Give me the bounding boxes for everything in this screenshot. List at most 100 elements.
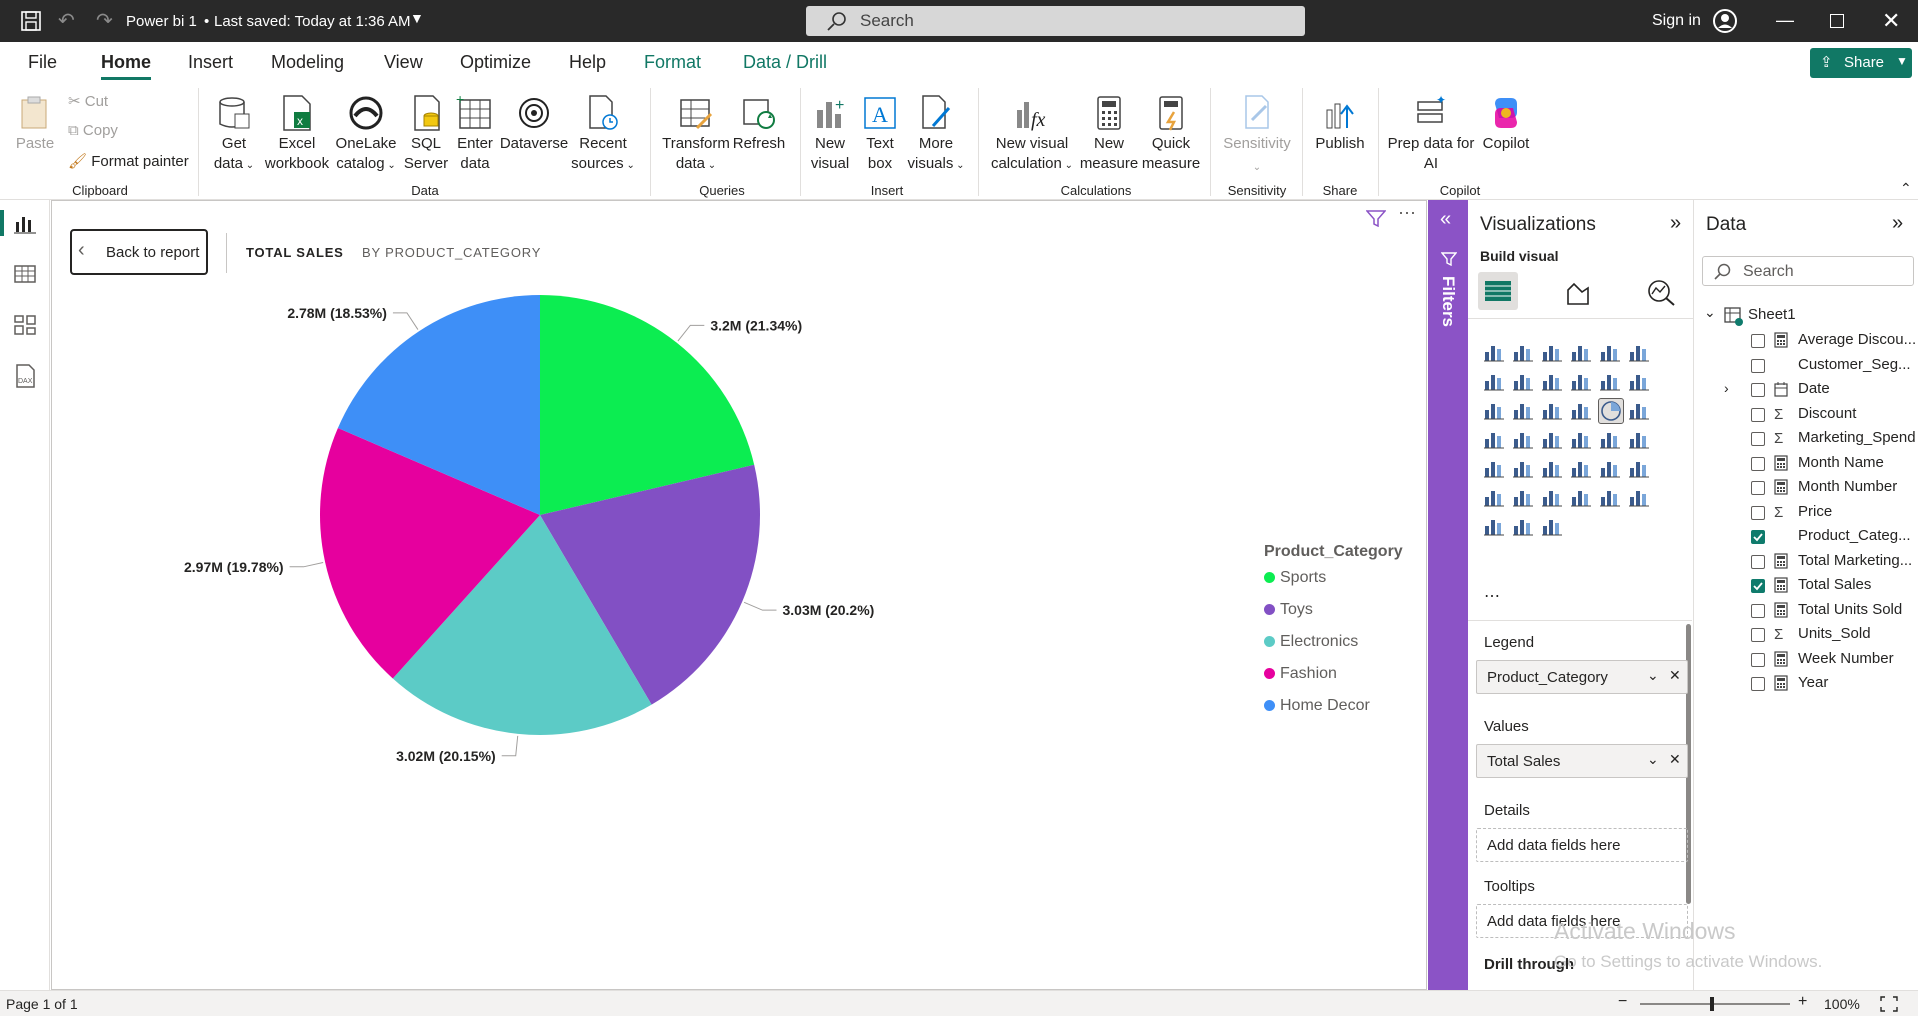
more-visuals-icon[interactable]: ⋯ bbox=[1484, 586, 1502, 606]
legend-item-sports[interactable]: Sports bbox=[1264, 569, 1326, 587]
clustered-bar-visual-icon[interactable] bbox=[1540, 340, 1566, 366]
save-icon[interactable] bbox=[20, 10, 42, 32]
excel-workbook-button[interactable]: x Excel workbook bbox=[262, 94, 332, 174]
legend-well[interactable]: Product_Category ⌄ ✕ bbox=[1476, 660, 1688, 694]
field-row[interactable]: Σ Price bbox=[1694, 502, 1918, 526]
zoom-in-icon[interactable]: + bbox=[1798, 993, 1807, 1011]
field-row[interactable]: Σ Marketing_Spend bbox=[1694, 428, 1918, 452]
power-apps-visual-icon[interactable] bbox=[1511, 514, 1537, 540]
chevron-down-icon[interactable]: ⌄ bbox=[1647, 667, 1659, 684]
sign-in-link[interactable]: Sign in bbox=[1652, 12, 1701, 30]
chevron-down-icon[interactable]: ⌄ bbox=[1647, 751, 1659, 768]
legend-item-fashion[interactable]: Fashion bbox=[1264, 665, 1337, 683]
filled-map-visual-icon[interactable] bbox=[1540, 427, 1566, 453]
scatter-visual-icon[interactable] bbox=[1569, 398, 1595, 424]
maximize-icon[interactable] bbox=[1830, 14, 1844, 28]
line-visual-icon[interactable] bbox=[1482, 369, 1508, 395]
publish-button[interactable]: Publish bbox=[1312, 94, 1368, 154]
chevron-right-icon[interactable]: › bbox=[1724, 380, 1729, 396]
get-data-button[interactable]: Get data ⌄ bbox=[206, 94, 262, 176]
decomposition-tree-visual-icon[interactable] bbox=[1540, 485, 1566, 511]
100-area-visual-icon[interactable] bbox=[1569, 369, 1595, 395]
tab-insert[interactable]: Insert bbox=[188, 52, 233, 73]
data-search-box[interactable]: Search bbox=[1702, 256, 1914, 286]
field-row[interactable]: Week Number bbox=[1694, 649, 1918, 673]
tab-modeling[interactable]: Modeling bbox=[271, 52, 344, 73]
clustered-column-visual-icon[interactable] bbox=[1569, 340, 1595, 366]
qa-visual-icon[interactable] bbox=[1569, 485, 1595, 511]
field-row[interactable]: Σ Units_Sold bbox=[1694, 624, 1918, 648]
field-row[interactable]: Product_Categ... bbox=[1694, 526, 1918, 550]
field-row[interactable]: Month Number bbox=[1694, 477, 1918, 501]
tab-optimize[interactable]: Optimize bbox=[460, 52, 531, 73]
refresh-button[interactable]: Refresh bbox=[732, 94, 786, 154]
field-checkbox[interactable] bbox=[1751, 530, 1765, 544]
100-bar-visual-icon[interactable] bbox=[1598, 340, 1624, 366]
search-box[interactable]: Search bbox=[806, 6, 1305, 36]
build-visual-tab[interactable] bbox=[1478, 272, 1518, 310]
area-visual-icon[interactable] bbox=[1511, 369, 1537, 395]
minimize-icon[interactable]: — bbox=[1776, 10, 1794, 31]
chevron-down-icon[interactable]: ▼ bbox=[410, 10, 424, 26]
metrics-visual-icon[interactable] bbox=[1482, 514, 1508, 540]
map-visual-icon[interactable] bbox=[1511, 427, 1537, 453]
tab-data-drill[interactable]: Data / Drill bbox=[743, 52, 827, 73]
zoom-out-icon[interactable]: − bbox=[1618, 993, 1627, 1011]
ribbon-visual-icon[interactable] bbox=[1482, 398, 1508, 424]
tab-file[interactable]: File bbox=[28, 52, 57, 73]
field-checkbox[interactable] bbox=[1751, 579, 1765, 593]
filters-pane[interactable]: « Filters bbox=[1428, 200, 1468, 990]
tab-view[interactable]: View bbox=[384, 52, 423, 73]
paste-button[interactable]: Paste bbox=[10, 94, 60, 154]
field-checkbox[interactable] bbox=[1751, 432, 1765, 446]
remove-field-icon[interactable]: ✕ bbox=[1669, 751, 1681, 768]
remove-field-icon[interactable]: ✕ bbox=[1669, 667, 1681, 684]
sensitivity-button[interactable]: Sensitivity ⌄ bbox=[1220, 94, 1294, 178]
card-visual-icon[interactable] bbox=[1627, 427, 1653, 453]
chevron-down-icon[interactable]: ⌄ bbox=[1704, 304, 1716, 321]
cut-button[interactable]: ✂ Cut bbox=[68, 92, 108, 110]
dax-query-view-icon[interactable]: DAX bbox=[14, 364, 36, 388]
copilot-button[interactable]: Copilot bbox=[1476, 94, 1536, 154]
field-checkbox[interactable] bbox=[1751, 383, 1765, 397]
recent-sources-button[interactable]: Recent sources ⌄ bbox=[570, 94, 636, 176]
collapse-visualizations-icon[interactable]: » bbox=[1670, 212, 1681, 235]
100-column-visual-icon[interactable] bbox=[1627, 340, 1653, 366]
redo-icon[interactable]: ↷ bbox=[96, 8, 113, 33]
field-checkbox[interactable] bbox=[1751, 358, 1765, 373]
python-visual-visual-icon[interactable] bbox=[1482, 485, 1508, 511]
quick-measure-button[interactable]: Quick measure bbox=[1140, 94, 1202, 174]
collapse-ribbon-icon[interactable]: ⌃ bbox=[1900, 180, 1912, 197]
model-view-icon[interactable] bbox=[14, 314, 36, 336]
report-view-icon[interactable] bbox=[14, 214, 36, 234]
line-clustered-visual-icon[interactable] bbox=[1627, 369, 1653, 395]
legend-item-home-decor[interactable]: Home Decor bbox=[1264, 697, 1370, 715]
analytics-icon[interactable] bbox=[1646, 278, 1676, 306]
sql-server-button[interactable]: SQL Server bbox=[400, 94, 452, 174]
enter-data-button[interactable]: + Enter data bbox=[452, 94, 498, 174]
onelake-catalog-button[interactable]: OneLake catalog ⌄ bbox=[332, 94, 400, 176]
new-visual-button[interactable]: + New visual bbox=[806, 94, 854, 174]
field-checkbox[interactable] bbox=[1751, 481, 1765, 495]
paginated-visual-icon[interactable] bbox=[1627, 485, 1653, 511]
fit-to-page-icon[interactable] bbox=[1880, 996, 1898, 1012]
kpi-visual-icon[interactable] bbox=[1511, 456, 1537, 482]
power-automate-visual-icon[interactable] bbox=[1540, 514, 1566, 540]
format-visual-icon[interactable] bbox=[1564, 280, 1592, 306]
format-painter-button[interactable]: 🖌 Format painter bbox=[68, 152, 189, 170]
tab-help[interactable]: Help bbox=[569, 52, 606, 73]
field-checkbox[interactable] bbox=[1751, 677, 1765, 691]
line-column-visual-icon[interactable] bbox=[1598, 369, 1624, 395]
gauge-visual-icon[interactable] bbox=[1598, 427, 1624, 453]
stacked-bar-visual-icon[interactable] bbox=[1482, 340, 1508, 366]
legend-item-electronics[interactable]: Electronics bbox=[1264, 633, 1358, 651]
copy-button[interactable]: ⧉ Copy bbox=[68, 122, 118, 139]
matrix-visual-icon[interactable] bbox=[1598, 456, 1624, 482]
stacked-area-visual-icon[interactable] bbox=[1540, 369, 1566, 395]
field-row[interactable]: Year bbox=[1694, 673, 1918, 697]
new-visual-calculation-button[interactable]: fx New visual calculation ⌄ bbox=[990, 94, 1074, 176]
share-button[interactable]: ⇪ Share ▼ bbox=[1810, 48, 1912, 78]
r-visual-visual-icon[interactable] bbox=[1627, 456, 1653, 482]
multi-row-card-visual-icon[interactable] bbox=[1482, 456, 1508, 482]
legend-item-toys[interactable]: Toys bbox=[1264, 601, 1313, 619]
